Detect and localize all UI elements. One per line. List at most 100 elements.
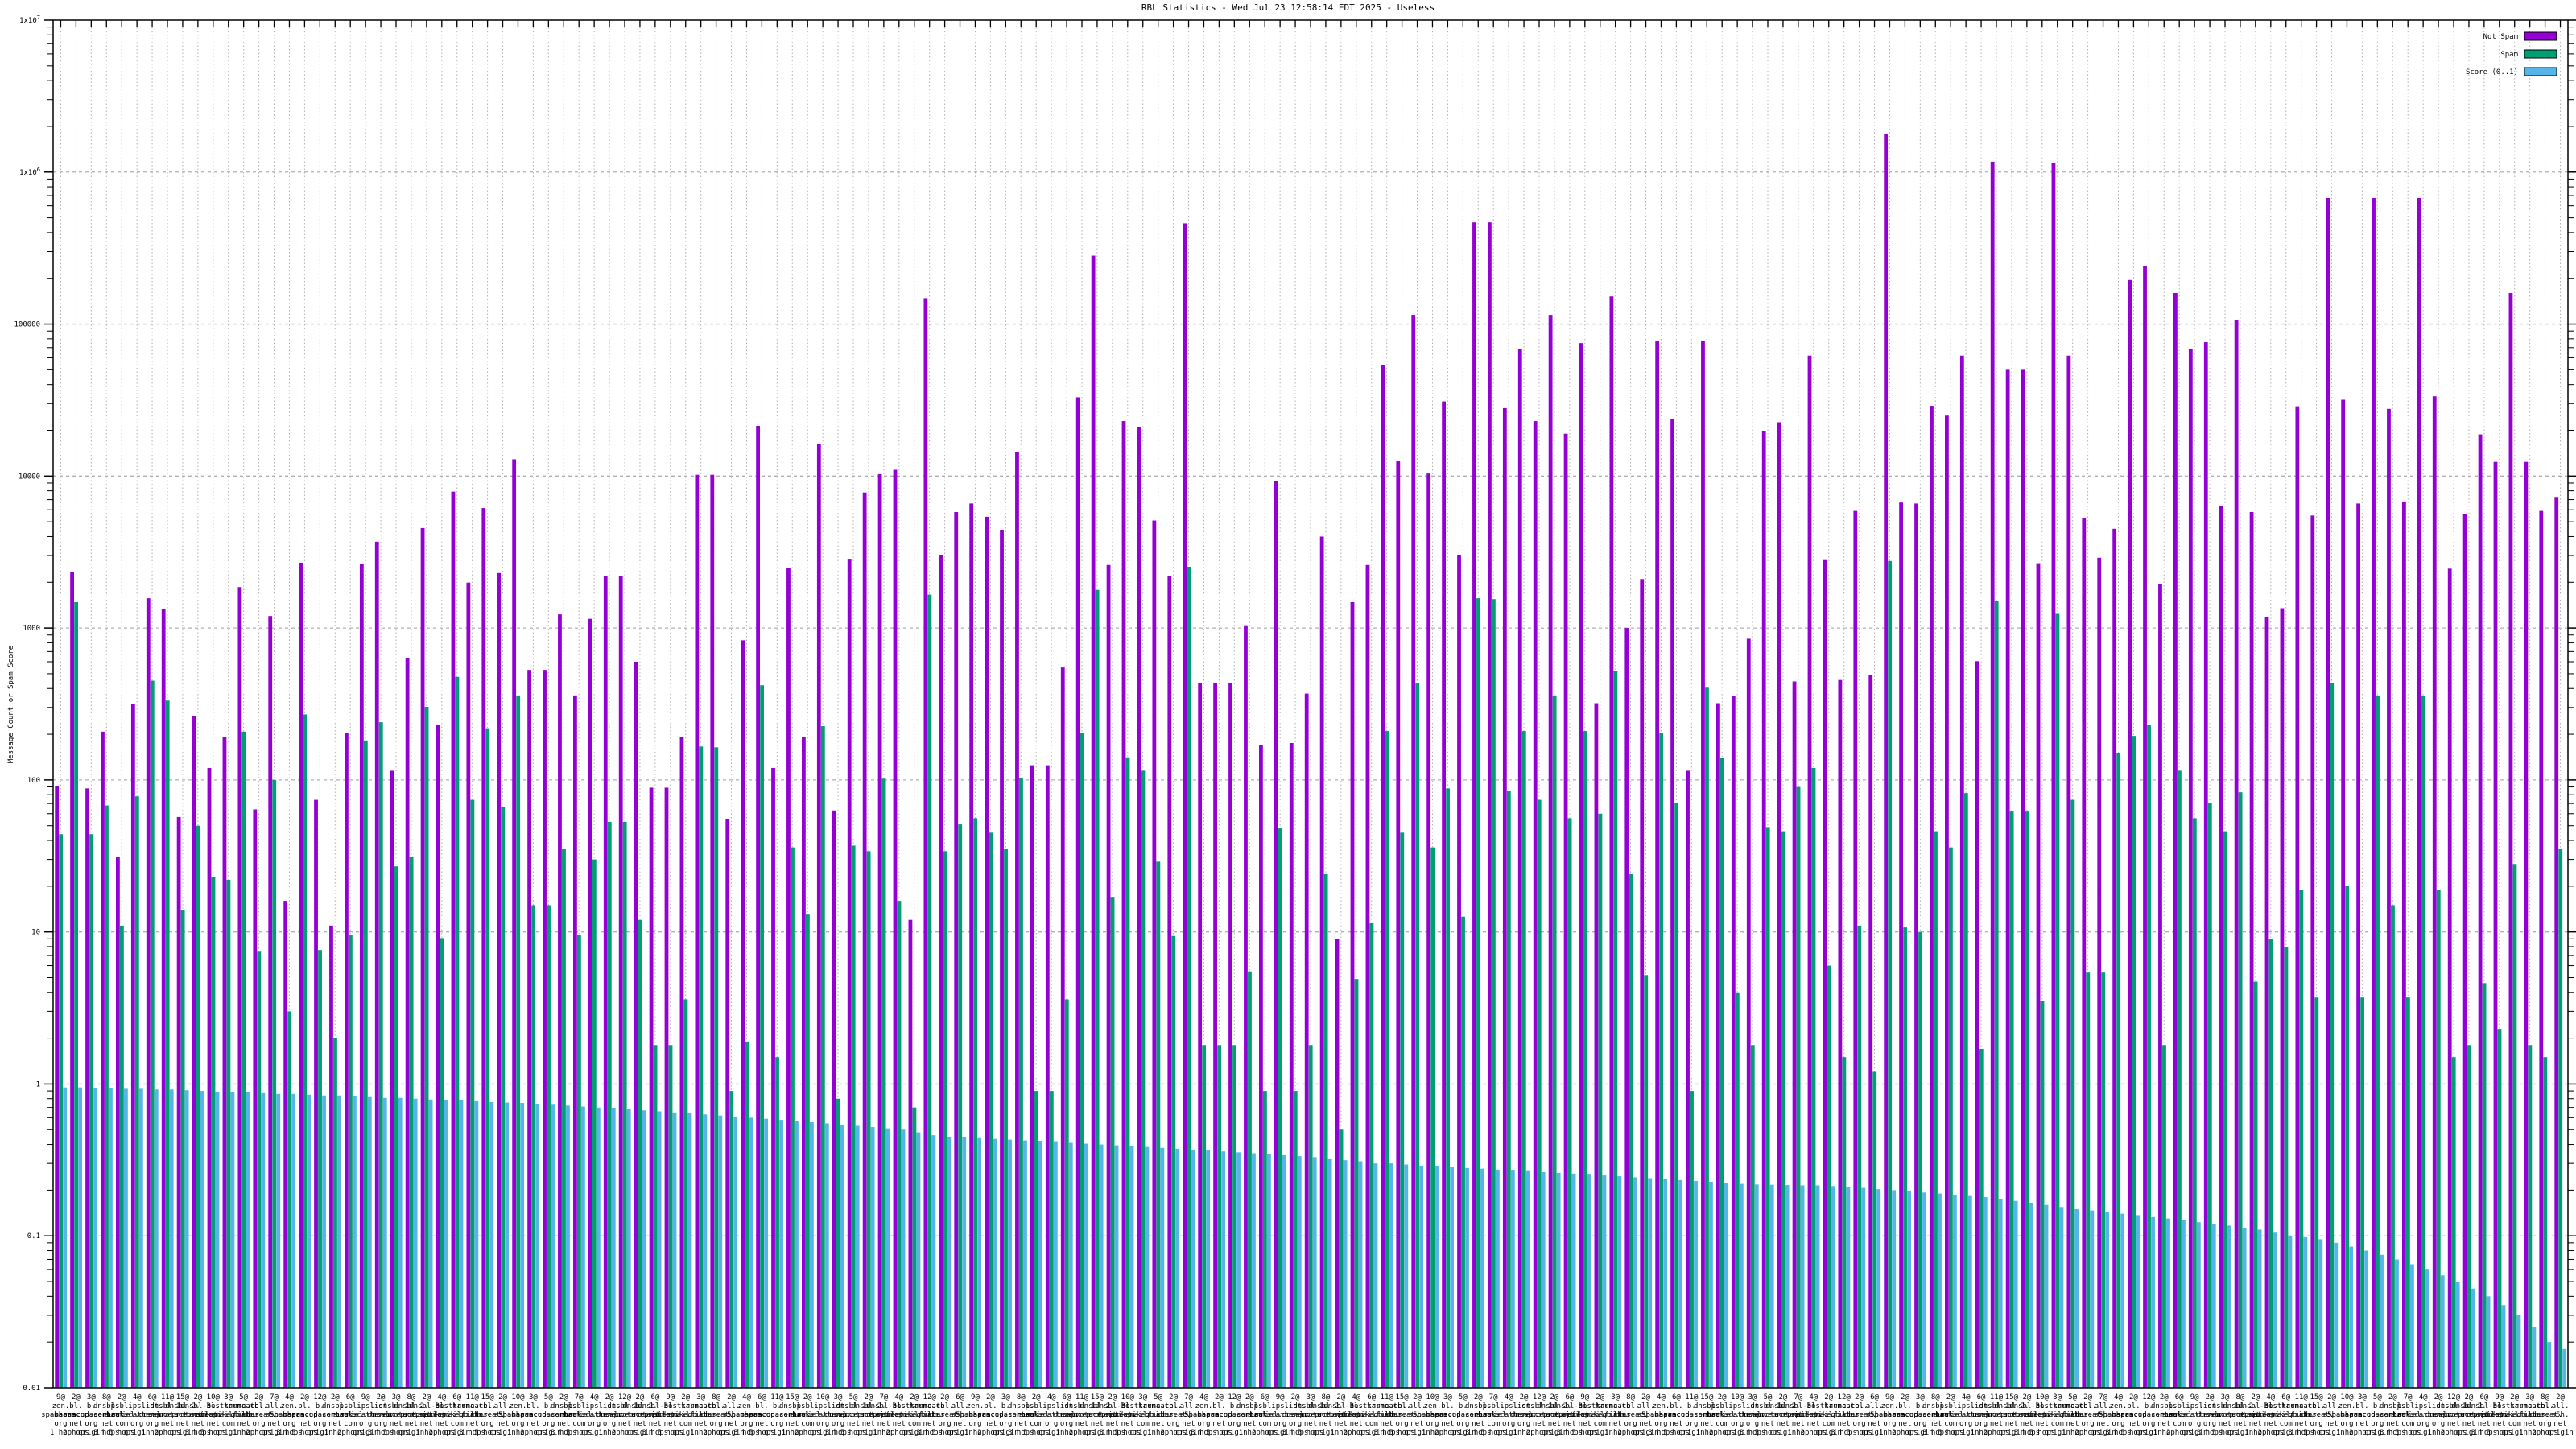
- x-tick-label: 2@: [1520, 1393, 1529, 1402]
- x-tick-label: 11@: [1381, 1393, 1394, 1402]
- x-tick-label: 8@: [1626, 1393, 1635, 1402]
- x-tick-label: 5@: [239, 1393, 248, 1402]
- not-spam-bar: [725, 819, 730, 1388]
- x-tick-label: org: [709, 1420, 722, 1428]
- x-tick-label: com: [1487, 1420, 1500, 1428]
- not-spam-bar: [2066, 355, 2071, 1388]
- spam-bar: [333, 1038, 337, 1388]
- spam-bar: [745, 1041, 749, 1388]
- score-bar: [2074, 1208, 2079, 1388]
- x-tick-label: bl.: [1441, 1402, 1454, 1410]
- x-tick-label: com: [1365, 1420, 1378, 1428]
- not-spam-bar: [1015, 452, 1019, 1388]
- x-tick-label: org: [1685, 1420, 1698, 1428]
- score-bar: [1876, 1189, 1881, 1388]
- spam-bar: [1202, 1045, 1207, 1388]
- x-tick-label: org: [832, 1420, 844, 1428]
- x-tick-label: 2@: [2388, 1393, 2397, 1402]
- x-tick-label: 12@: [618, 1393, 632, 1402]
- x-tick-label: net: [1106, 1420, 1119, 1428]
- x-tick-label: 6@: [1261, 1393, 1269, 1402]
- x-tick-label: org: [1289, 1420, 1302, 1428]
- spam-bar: [2436, 890, 2441, 1388]
- not-spam-bar: [1609, 296, 1614, 1388]
- x-tick-label: net: [2325, 1420, 2338, 1428]
- score-bar: [2334, 1242, 2339, 1388]
- score-bar: [1419, 1165, 1424, 1388]
- x-tick-label: net: [526, 1420, 539, 1428]
- x-tick-label: net: [2234, 1420, 2247, 1428]
- score-bar: [1038, 1141, 1042, 1388]
- x-tick-label: 2@: [2434, 1393, 2443, 1402]
- y-axis-title: Message Count or Spam Score: [7, 646, 15, 763]
- score-bar: [322, 1095, 326, 1388]
- spam-bar: [2055, 613, 2060, 1388]
- spam-bar: [1187, 567, 1191, 1388]
- not-spam-bar: [618, 576, 623, 1388]
- score-bar: [1389, 1163, 1393, 1388]
- score-bar: [1846, 1187, 1851, 1388]
- not-spam-bar: [1579, 343, 1583, 1388]
- spam-bar: [150, 680, 155, 1388]
- score-bar: [733, 1116, 738, 1388]
- x-tick-label: org: [1624, 1420, 1637, 1428]
- x-tick-label: 9@: [666, 1393, 675, 1402]
- chart-title: RBL Statistics - Wed Jul 23 12:58:14 EDT…: [1141, 2, 1435, 13]
- not-spam-bar: [862, 492, 867, 1388]
- spam-bar: [1339, 1129, 1344, 1388]
- x-tick-label: org: [968, 1420, 981, 1428]
- x-tick-label: 4@: [2114, 1393, 2123, 1402]
- score-bar: [382, 1097, 387, 1388]
- score-bar: [1983, 1197, 1988, 1388]
- not-spam-bar: [405, 658, 410, 1388]
- score-bar: [138, 1088, 143, 1388]
- x-tick-label: org: [2432, 1420, 2445, 1428]
- score-bar: [367, 1096, 372, 1388]
- x-tick-label: 2@: [1169, 1393, 1178, 1402]
- x-tick-label: 9@: [2495, 1393, 2504, 1402]
- spam-bar: [2345, 886, 2350, 1388]
- spam-bar: [1674, 802, 1678, 1388]
- spam-bar: [1705, 687, 1709, 1388]
- spam-bar: [866, 851, 871, 1388]
- not-spam-bar: [1990, 161, 1995, 1389]
- spam-bar: [1934, 831, 1938, 1388]
- spam-bar: [1430, 847, 1435, 1388]
- x-tick-label: 4@: [1657, 1393, 1666, 1402]
- score-bar: [642, 1110, 646, 1388]
- x-tick-label: zen.: [281, 1402, 299, 1410]
- x-tick-label: 5@: [2068, 1393, 2077, 1402]
- x-tick-label: net: [755, 1420, 768, 1428]
- not-spam-bar: [1975, 661, 1979, 1388]
- x-tick-label: 6@: [1977, 1393, 1986, 1402]
- spam-bar: [2192, 818, 2197, 1388]
- not-spam-bar: [1899, 502, 1903, 1389]
- not-spam-bar: [756, 425, 760, 1389]
- spam-bar: [485, 728, 490, 1388]
- x-tick-label: net: [2478, 1420, 2491, 1428]
- score-bar: [977, 1137, 982, 1388]
- score-bar: [2182, 1220, 2186, 1388]
- x-tick-label: 12@: [1838, 1393, 1852, 1402]
- spam-bar: [2330, 683, 2334, 1388]
- x-tick-label: zen.: [1881, 1402, 1899, 1410]
- not-spam-bar: [923, 298, 928, 1388]
- x-tick-label: org: [1395, 1420, 1408, 1428]
- x-tick-label: net: [1472, 1420, 1484, 1428]
- x-tick-label: net: [953, 1420, 966, 1428]
- x-tick-label: net: [2005, 1420, 2018, 1428]
- x-tick-label: org: [2310, 1420, 2322, 1428]
- score-bar: [611, 1108, 616, 1388]
- x-tick-label: 9@: [1885, 1393, 1894, 1402]
- spam-bar: [2025, 811, 2029, 1388]
- x-tick-label: org: [283, 1420, 295, 1428]
- score-bar: [1525, 1170, 1530, 1388]
- x-tick-label: 2@: [254, 1393, 263, 1402]
- x-tick-label: org: [1746, 1420, 1759, 1428]
- not-spam-bar: [1594, 703, 1599, 1388]
- x-tick-label: 8@: [2236, 1393, 2245, 1402]
- score-bar: [1754, 1184, 1759, 1388]
- spam-bar: [1796, 786, 1801, 1388]
- score-bar: [428, 1099, 433, 1388]
- score-bar: [626, 1109, 631, 1388]
